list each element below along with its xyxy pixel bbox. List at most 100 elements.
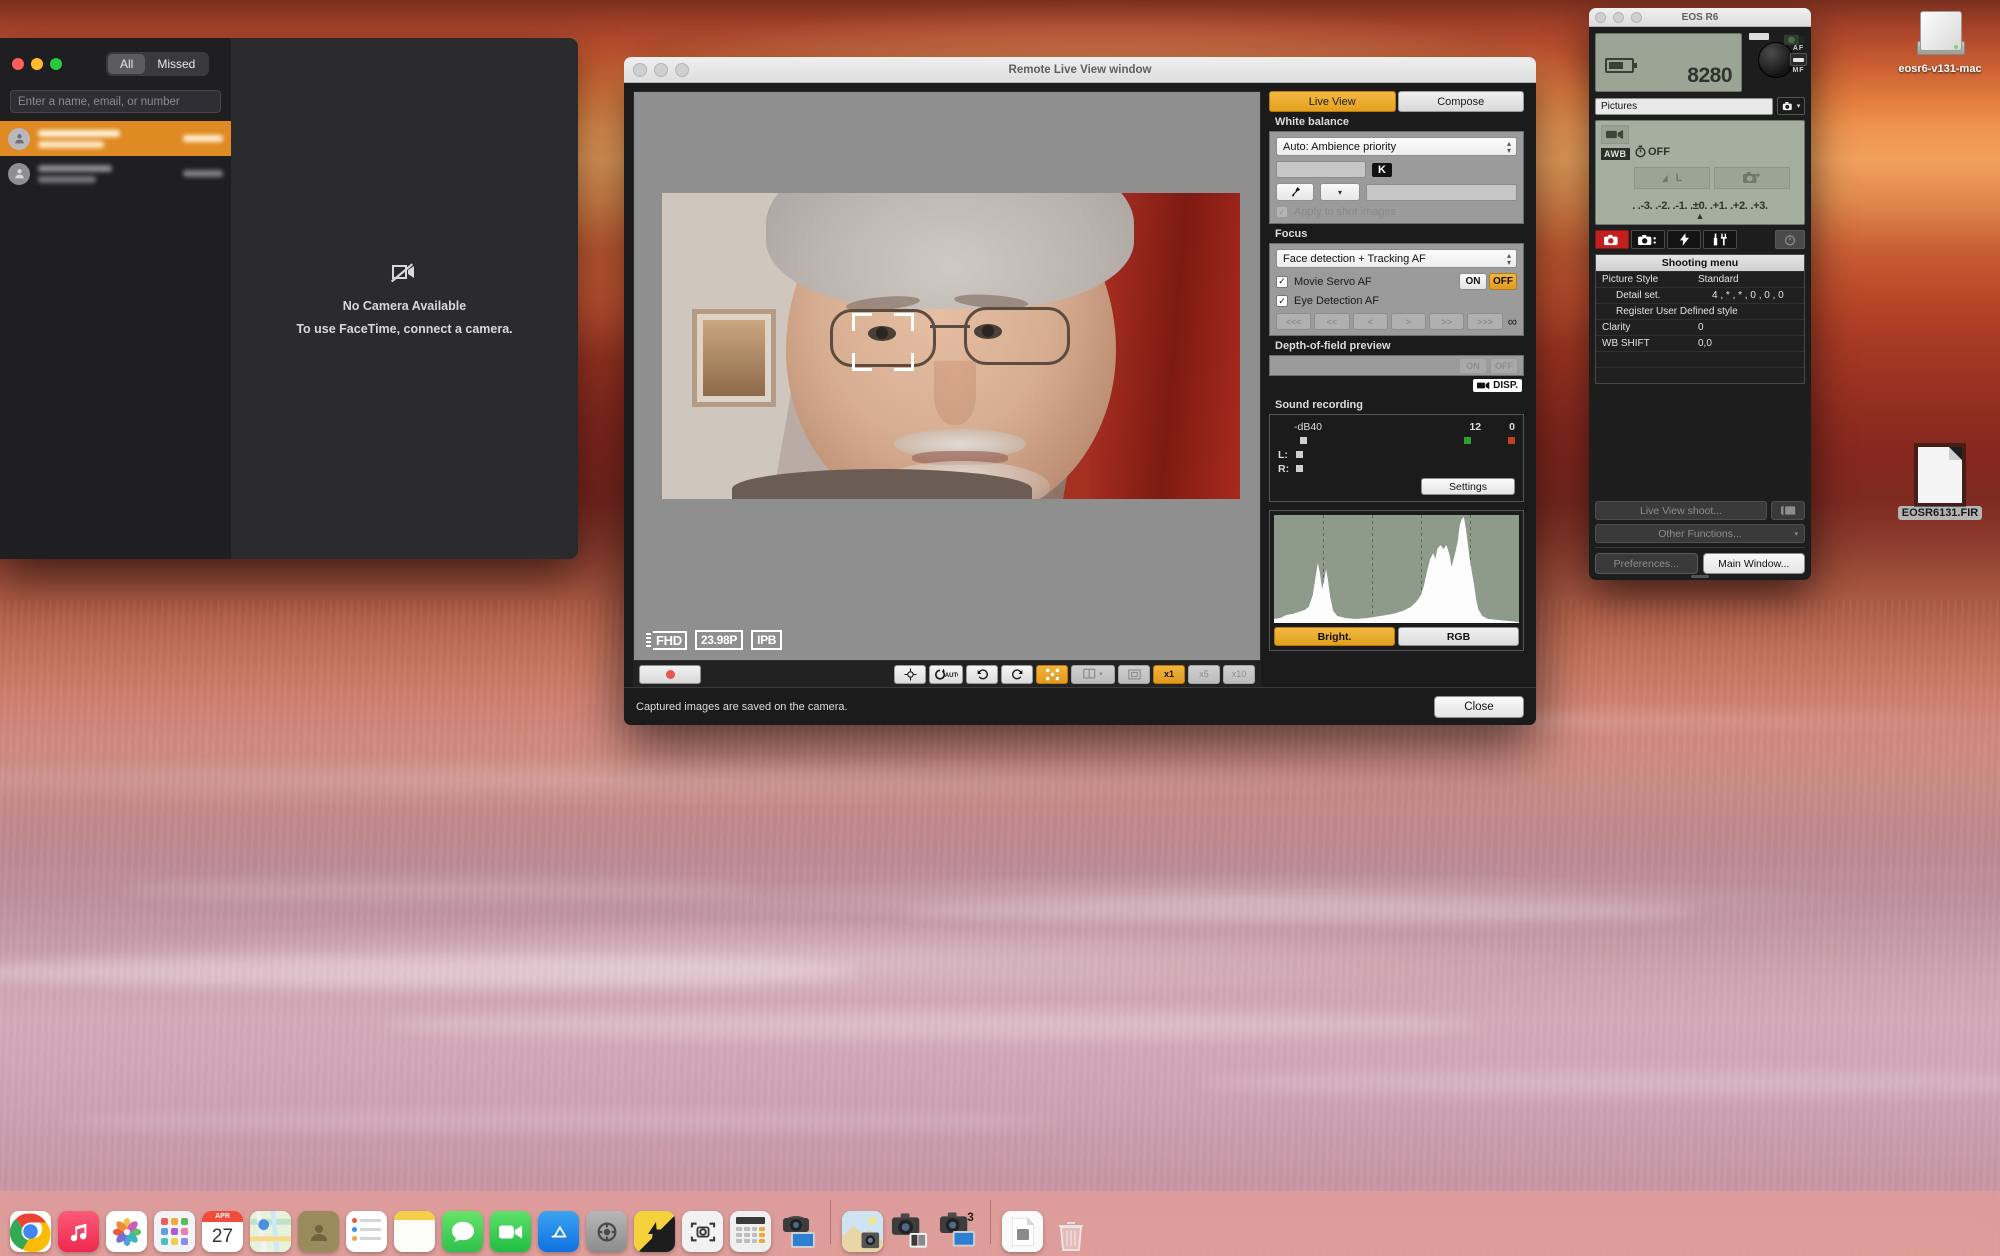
minimize-window-button[interactable] [31, 58, 43, 70]
dof-off-button[interactable]: OFF [1490, 358, 1518, 374]
record-button[interactable] [639, 665, 701, 684]
dock-item-photos[interactable] [106, 1211, 147, 1252]
tab-live-view[interactable]: Live View [1269, 91, 1396, 112]
dock-item-firmware-file[interactable] [1002, 1211, 1043, 1252]
dock-item-contacts[interactable] [298, 1211, 339, 1252]
facetime-filter-segmented-control[interactable]: All Missed [106, 52, 209, 76]
auto-rotate-button[interactable]: AUTO [929, 665, 963, 684]
live-view-preview[interactable]: FHD 23.98P IPB [633, 91, 1261, 661]
tab-missed[interactable]: Missed [145, 54, 207, 74]
flash-menu-tab[interactable] [1667, 230, 1701, 249]
maximize-window-button[interactable] [50, 58, 62, 70]
white-balance-select[interactable]: Auto: Ambience priority ▴▾ [1276, 137, 1517, 156]
dock-item-system-preferences[interactable] [586, 1211, 627, 1252]
desktop-icon-external-drive[interactable]: eosr6-v131-mac [1880, 5, 2000, 77]
dock-item-chrome[interactable] [10, 1211, 51, 1252]
live-view-tabs[interactable]: Live View Compose [1269, 91, 1524, 112]
zoom-x10-button[interactable]: x10 [1223, 665, 1255, 684]
dock-item-reminders[interactable] [346, 1211, 387, 1252]
window-resize-grip[interactable] [1691, 575, 1709, 578]
timer-menu-tab[interactable] [1775, 230, 1805, 249]
eyedropper-button[interactable] [1276, 183, 1314, 201]
facetime-search-input[interactable]: Enter a name, email, or number [10, 90, 221, 113]
histogram-rgb-button[interactable]: RGB [1398, 627, 1519, 646]
shooting-menu-2-tab[interactable] [1631, 230, 1665, 249]
focus-near-medium-button[interactable]: << [1314, 313, 1349, 330]
disp-button[interactable]: DISP. [1473, 379, 1522, 392]
histogram-brightness-button[interactable]: Bright. [1274, 627, 1395, 646]
dock-item-calculator[interactable] [730, 1211, 771, 1252]
dock[interactable]: APR 27 [0, 1191, 2000, 1256]
main-window-button[interactable]: Main Window... [1703, 553, 1806, 574]
focus-near-small-button[interactable]: < [1353, 313, 1388, 330]
focus-frame-button[interactable] [1118, 665, 1150, 684]
tab-all[interactable]: All [108, 54, 145, 74]
af-mf-switch[interactable]: AF MF [1790, 45, 1807, 74]
shooting-menu-tab[interactable] [1595, 230, 1629, 249]
zoom-x1-button[interactable]: x1 [1153, 665, 1185, 684]
zoom-x5-button[interactable]: x5 [1188, 665, 1220, 684]
menu-row[interactable]: Detail set. 4 , * , * , 0 , 0 , 0 [1596, 287, 1804, 303]
dock-item-screenshot[interactable] [682, 1211, 723, 1252]
dock-item-music[interactable] [58, 1211, 99, 1252]
live-view-toolbar[interactable]: AUTO ▾ [633, 661, 1261, 687]
rotate-right-button[interactable] [1001, 665, 1033, 684]
desktop-icon-firmware-file[interactable]: EOSR6131.FIR [1880, 447, 2000, 521]
dock-item-launchpad[interactable] [154, 1211, 195, 1252]
kelvin-input[interactable] [1276, 161, 1366, 178]
remote-live-view-window[interactable]: Remote Live View window [624, 57, 1536, 725]
dock-item-messages[interactable] [442, 1211, 483, 1252]
preferences-button[interactable]: Preferences... [1595, 553, 1698, 574]
dock-item-eos-utility-3[interactable]: 3 [938, 1211, 979, 1252]
camera-menu-tabs[interactable] [1595, 230, 1805, 249]
focus-near-large-button[interactable]: <<< [1276, 313, 1311, 330]
focus-step-controls[interactable]: <<< << < > >> >>> ∞ [1276, 313, 1517, 330]
menu-row[interactable]: Register User Defined style [1596, 303, 1804, 319]
wb-preset-dropdown[interactable]: ▾ [1320, 183, 1360, 201]
focus-far-large-button[interactable]: >>> [1467, 313, 1502, 330]
sound-settings-button[interactable]: Settings [1421, 478, 1515, 495]
eos-r6-window[interactable]: EOS R6 8280 AF MF Pictures [1589, 8, 1811, 580]
remote-screen-icon-button[interactable] [1771, 501, 1805, 520]
window-controls[interactable] [12, 58, 62, 70]
setup-menu-tab[interactable] [1703, 230, 1737, 249]
dock-item-digital-photo-professional[interactable] [890, 1211, 931, 1252]
dock-item-maps[interactable] [250, 1211, 291, 1252]
eye-detection-af-checkbox[interactable]: ✓ [1276, 295, 1288, 307]
dock-item-trash[interactable] [1050, 1211, 1091, 1252]
dock-item-facetime[interactable] [490, 1211, 531, 1252]
live-view-shoot-button[interactable]: Live View shoot... [1595, 501, 1767, 520]
movie-servo-af-on-button[interactable]: ON [1459, 273, 1487, 290]
menu-row[interactable]: WB SHIFT 0,0 [1596, 335, 1804, 351]
tab-compose[interactable]: Compose [1398, 91, 1525, 112]
dof-on-button[interactable]: ON [1459, 358, 1487, 374]
close-window-button[interactable] [12, 58, 24, 70]
save-folder-button[interactable]: ▾ [1777, 97, 1805, 115]
af-method-select[interactable]: Face detection + Tracking AF ▴▾ [1276, 249, 1517, 268]
other-functions-button[interactable]: Other Functions... ▾ [1595, 524, 1805, 543]
mode-dial-area[interactable]: AF MF [1747, 33, 1805, 78]
dock-item-notes[interactable] [394, 1211, 435, 1252]
apply-to-shot-images-checkbox[interactable]: ✓ [1276, 206, 1288, 218]
menu-row[interactable]: Clarity 0 [1596, 319, 1804, 335]
mode-dial[interactable] [1758, 42, 1794, 78]
movie-servo-af-checkbox[interactable]: ✓ [1276, 276, 1288, 288]
dock-item-calendar[interactable]: APR 27 [202, 1211, 243, 1252]
save-folder-field[interactable]: Pictures [1595, 98, 1773, 115]
dock-item-app-store[interactable] [538, 1211, 579, 1252]
facetime-window[interactable]: All Missed Enter a name, email, or numbe… [0, 38, 578, 559]
focus-far-small-button[interactable]: > [1391, 313, 1426, 330]
call-list-item[interactable] [0, 156, 231, 191]
dock-item-eos-utility[interactable] [778, 1211, 819, 1252]
close-button[interactable]: Close [1434, 696, 1524, 718]
call-list-item[interactable] [0, 121, 231, 156]
aspect-overlay-button[interactable]: ▾ [1071, 665, 1115, 684]
histogram-mode-buttons[interactable]: Bright. RGB [1274, 627, 1519, 646]
focus-far-medium-button[interactable]: >> [1429, 313, 1464, 330]
dock-item-shortcuts[interactable] [634, 1211, 675, 1252]
dock-item-image-capture[interactable] [842, 1211, 883, 1252]
af-point-button[interactable] [894, 665, 926, 684]
rotate-left-button[interactable] [966, 665, 998, 684]
menu-row[interactable]: Picture Style Standard [1596, 271, 1804, 287]
grid-overlay-button[interactable] [1036, 665, 1068, 684]
